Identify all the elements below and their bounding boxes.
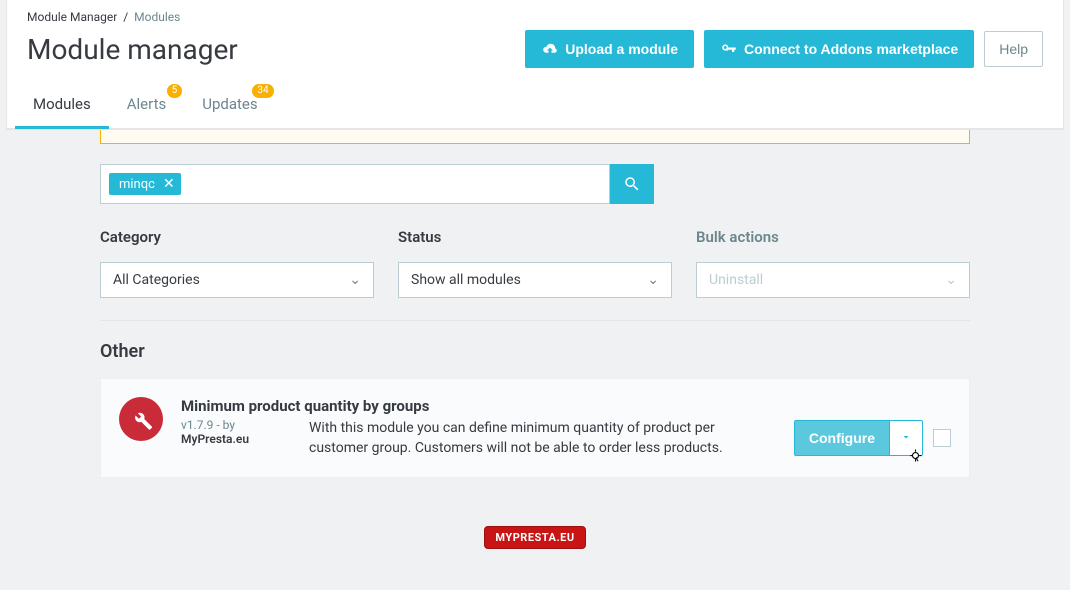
- breadcrumb: Module Manager / Modules: [27, 10, 1043, 24]
- configure-dropdown-button[interactable]: [890, 420, 923, 456]
- breadcrumb-current: Modules: [134, 10, 180, 24]
- footer-badge: MYPRESTA.EU: [484, 526, 585, 549]
- category-label: Category: [100, 228, 374, 246]
- search-button[interactable]: [610, 164, 654, 204]
- search-tag: minqc ✕: [109, 173, 181, 195]
- status-label: Status: [398, 228, 672, 246]
- updates-badge: 34: [252, 84, 273, 98]
- cloud-upload-icon: [541, 40, 559, 58]
- module-name: Minimum product quantity by groups: [181, 397, 951, 415]
- tab-updates[interactable]: Updates 34: [184, 82, 275, 128]
- module-logo: [119, 397, 163, 441]
- configure-button[interactable]: Configure: [794, 420, 890, 456]
- breadcrumb-parent[interactable]: Module Manager: [27, 10, 117, 24]
- connect-addons-button[interactable]: Connect to Addons marketplace: [704, 30, 974, 68]
- search-input[interactable]: minqc ✕: [100, 164, 610, 204]
- search-icon: [623, 175, 641, 193]
- module-author: MyPresta.eu: [181, 432, 291, 446]
- section-title: Other: [100, 341, 970, 362]
- alert-strip: [100, 130, 970, 144]
- upload-module-button[interactable]: Upload a module: [525, 30, 694, 68]
- chevron-down-icon: ⌄: [945, 272, 957, 288]
- module-description: With this module you can define minimum …: [309, 418, 776, 459]
- tabs: Modules Alerts 5 Updates 34: [7, 82, 1063, 129]
- key-icon: [720, 40, 738, 58]
- module-checkbox[interactable]: [933, 429, 951, 447]
- wrench-icon: [128, 406, 154, 432]
- status-select[interactable]: Show all modules ⌄: [398, 262, 672, 298]
- bulk-label: Bulk actions: [696, 228, 970, 246]
- alerts-badge: 5: [167, 84, 183, 98]
- page-title: Module manager: [27, 33, 238, 66]
- category-select[interactable]: All Categories ⌄: [100, 262, 374, 298]
- chevron-down-icon: ⌄: [349, 272, 361, 288]
- help-button[interactable]: Help: [984, 31, 1043, 67]
- remove-tag-icon[interactable]: ✕: [163, 176, 175, 192]
- module-version: v1.7.9 - by: [181, 418, 291, 432]
- tab-modules[interactable]: Modules: [15, 82, 109, 129]
- bulk-select[interactable]: Uninstall ⌄: [696, 262, 970, 298]
- module-card: Minimum product quantity by groups v1.7.…: [100, 378, 970, 478]
- chevron-down-icon: [900, 431, 912, 443]
- tab-alerts[interactable]: Alerts 5: [109, 82, 185, 128]
- chevron-down-icon: ⌄: [647, 272, 659, 288]
